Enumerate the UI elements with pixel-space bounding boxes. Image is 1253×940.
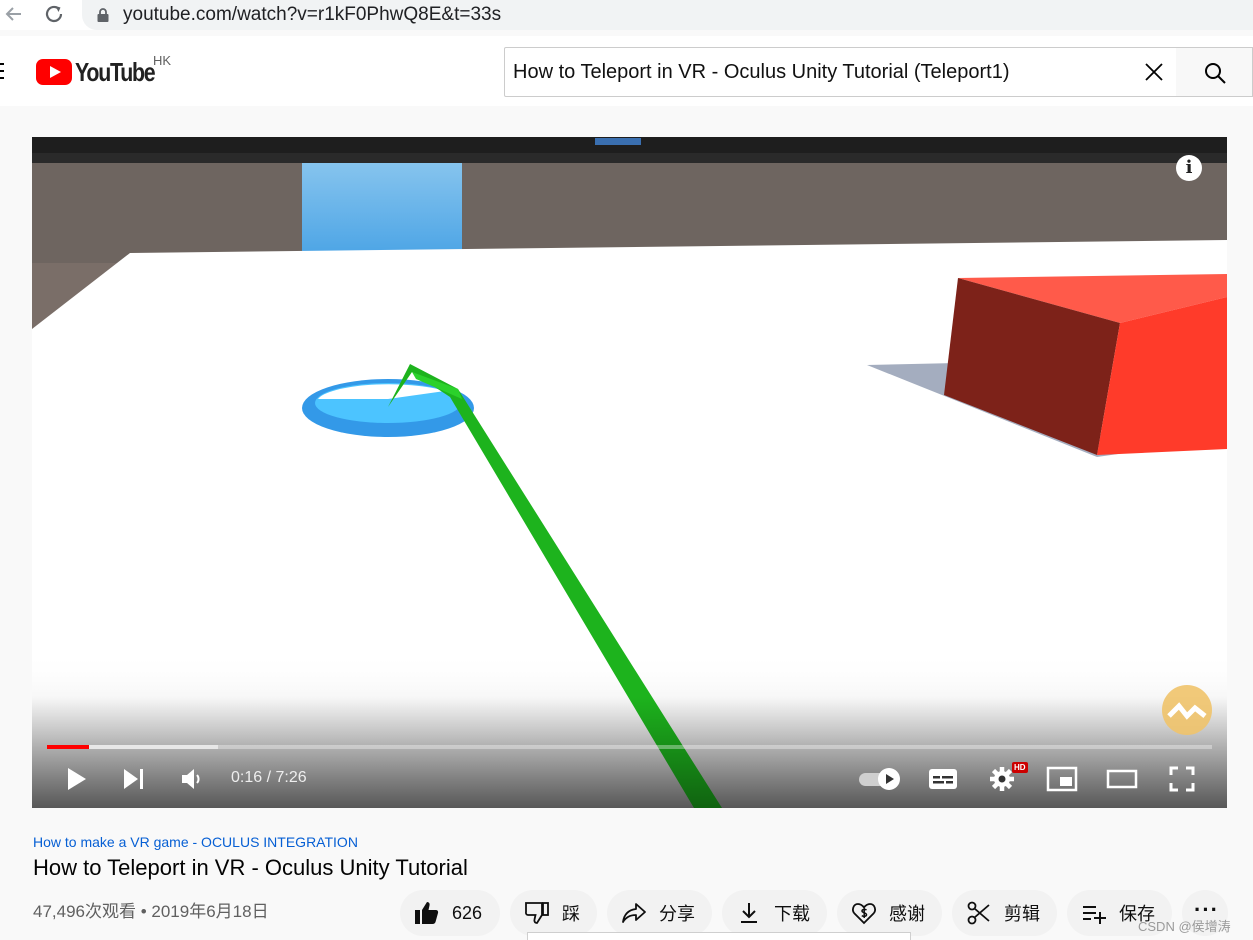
download-label: 下载 <box>774 904 810 924</box>
search-input[interactable] <box>513 48 1133 96</box>
popup-menu-edge <box>527 932 911 940</box>
miniplayer-icon[interactable] <box>1046 765 1078 793</box>
info-icon[interactable]: i <box>1176 155 1202 181</box>
menu-icon[interactable] <box>0 62 4 80</box>
channel-watermark-icon[interactable] <box>1161 684 1213 736</box>
clip-button[interactable]: 剪辑 <box>952 890 1057 936</box>
super-thanks-heart-icon <box>852 903 876 925</box>
search-icon <box>1205 63 1226 84</box>
download-icon <box>741 903 757 923</box>
next-video-icon[interactable] <box>120 765 148 793</box>
progress-played <box>47 745 89 749</box>
time-display: 0:16 / 7:26 <box>231 769 307 786</box>
video-player[interactable]: i 0:16 / 7:26 HD <box>32 137 1227 808</box>
hd-badge: HD <box>1012 762 1028 773</box>
back-arrow-icon[interactable] <box>4 4 24 24</box>
share-label: 分享 <box>659 904 695 924</box>
volume-icon[interactable] <box>178 765 206 793</box>
clear-search-icon[interactable] <box>1143 61 1165 83</box>
thanks-button[interactable]: 感谢 <box>837 890 942 936</box>
url-text[interactable]: youtube.com/watch?v=r1kF0PhwQ8E&t=33s <box>123 4 501 26</box>
like-button[interactable]: 626 <box>400 890 500 936</box>
theater-mode-icon[interactable] <box>1106 765 1138 793</box>
search-box[interactable] <box>504 47 1177 97</box>
autoplay-toggle[interactable] <box>857 765 903 793</box>
video-frame <box>32 137 1227 808</box>
clip-label: 剪辑 <box>1004 904 1040 924</box>
video-view-count-date: 47,496次观看 • 2019年6月18日 <box>33 902 269 921</box>
dislike-button[interactable]: 踩 <box>510 890 597 936</box>
youtube-logo[interactable]: YouTube <box>36 56 172 88</box>
share-icon <box>622 903 646 923</box>
region-code: HK <box>153 53 172 68</box>
dislike-label: 踩 <box>562 904 580 924</box>
share-button[interactable]: 分享 <box>607 890 712 936</box>
lock-icon[interactable] <box>96 7 110 23</box>
browser-toolbar: youtube.com/watch?v=r1kF0PhwQ8E&t=33s <box>0 0 1253 30</box>
thumbs-down-icon <box>524 902 549 924</box>
search-button[interactable] <box>1176 47 1253 97</box>
download-button[interactable]: 下载 <box>722 890 827 936</box>
csdn-watermark: CSDN @侯增涛 <box>1138 919 1231 934</box>
fullscreen-icon[interactable] <box>1168 765 1196 793</box>
progress-bar[interactable] <box>47 745 1212 749</box>
youtube-play-icon <box>36 59 72 85</box>
like-count: 626 <box>452 902 483 923</box>
reload-icon[interactable] <box>43 3 65 25</box>
scissors-icon <box>967 901 990 925</box>
thumbs-up-icon <box>415 902 439 924</box>
subtitles-icon[interactable] <box>928 765 958 793</box>
youtube-wordmark: YouTube <box>75 56 156 87</box>
video-title: How to Teleport in VR - Oculus Unity Tut… <box>33 855 468 880</box>
thanks-label: 感谢 <box>889 904 925 924</box>
playlist-link[interactable]: How to make a VR game - OCULUS INTEGRATI… <box>33 834 358 850</box>
play-icon[interactable] <box>62 765 90 793</box>
save-playlist-icon <box>1083 906 1106 924</box>
